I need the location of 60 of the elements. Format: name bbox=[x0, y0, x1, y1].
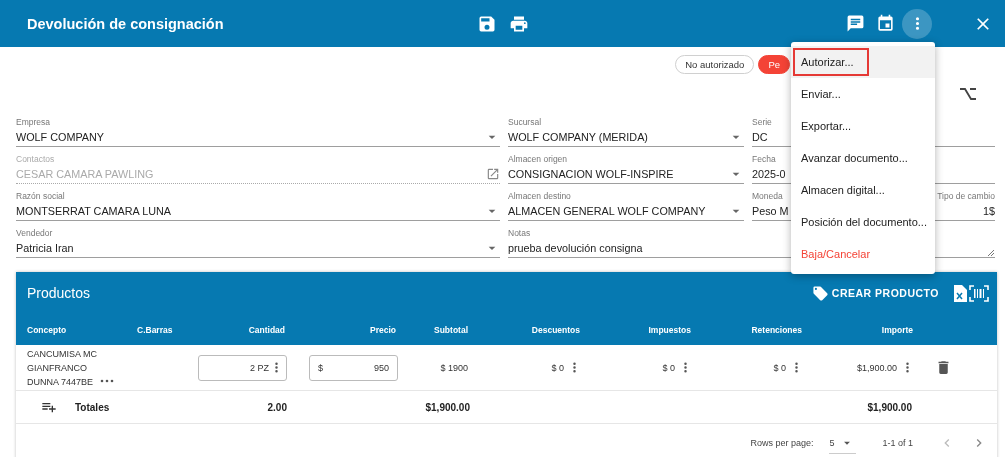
column-header: C.Barras bbox=[137, 324, 174, 335]
resize-grip-icon[interactable] bbox=[987, 249, 995, 257]
table-cell: $ 0 bbox=[773, 362, 786, 373]
field-label: Fecha bbox=[752, 154, 776, 165]
column-header: Cantidad bbox=[247, 324, 286, 335]
select-field[interactable]: WOLF COMPANY bbox=[16, 128, 500, 147]
menu-item[interactable]: Avanzar documento... bbox=[791, 142, 935, 174]
column-header: Descuentos bbox=[530, 324, 581, 335]
menu-item[interactable]: Autorizar... bbox=[791, 46, 935, 78]
tag-icon bbox=[811, 284, 829, 302]
more-icon[interactable] bbox=[100, 377, 114, 384]
column-header: Impuestos bbox=[647, 324, 692, 335]
field-label: Almacen origen bbox=[508, 154, 568, 165]
field-label: Sucursal bbox=[508, 117, 542, 128]
excel-file-icon[interactable] bbox=[953, 284, 967, 302]
price-field[interactable]: $ 950 bbox=[309, 354, 398, 381]
comment-icon[interactable] bbox=[846, 14, 865, 33]
column-header: Retenciones bbox=[750, 324, 803, 335]
status-chip: Pe bbox=[758, 55, 790, 74]
create-product-button[interactable]: CREAR PRODUCTO bbox=[811, 284, 939, 302]
table-cell: $ 0 bbox=[662, 362, 675, 373]
field-label: Moneda bbox=[752, 191, 783, 202]
column-header: Concepto bbox=[27, 324, 68, 335]
column-header: Importe bbox=[880, 324, 914, 335]
calendar-icon[interactable] bbox=[875, 14, 895, 33]
column-header: Precio bbox=[369, 324, 397, 335]
field-label: Serie bbox=[752, 117, 772, 128]
field-label: Contactos bbox=[16, 154, 55, 165]
field-label: Vendedor bbox=[16, 228, 53, 239]
menu-item[interactable]: Enviar... bbox=[791, 78, 935, 110]
table-cell-text: $1,900.00 bbox=[867, 401, 913, 413]
rows-per-page-label: Rows per page: bbox=[750, 438, 814, 448]
more-button[interactable] bbox=[902, 8, 932, 39]
rows-per-page-select[interactable]: 5 bbox=[829, 436, 857, 454]
select-field[interactable]: MONTSERRAT CAMARA LUNA bbox=[16, 202, 500, 221]
select-field[interactable]: Patricia Iran bbox=[16, 239, 500, 258]
quantity-field[interactable]: 2 PZ bbox=[198, 354, 287, 381]
menu-item[interactable]: Exportar... bbox=[791, 110, 935, 142]
table-cell: $1,900.00 bbox=[856, 362, 897, 373]
status-chip: No autorizado bbox=[675, 55, 755, 74]
table-cell: $1,900.00 bbox=[425, 401, 470, 413]
select-field[interactable]: CONSIGNACION WOLF-INSPIRE bbox=[508, 165, 744, 184]
window-title: Devolución de consignación bbox=[26, 15, 225, 32]
select-field[interactable]: ALMACEN GENERAL WOLF COMPANY bbox=[508, 202, 744, 221]
table-cell: 2.00 bbox=[267, 401, 287, 413]
field-label: Razón social bbox=[16, 191, 65, 202]
field-label: Tipo de cambio bbox=[937, 191, 995, 202]
barcode-scan-icon[interactable] bbox=[969, 284, 989, 302]
option-key-icon[interactable] bbox=[959, 87, 977, 101]
table-cell-text: $ 1900 bbox=[440, 362, 469, 373]
field-label: Almacen destino bbox=[508, 191, 571, 202]
field-label: Empresa bbox=[16, 117, 50, 128]
select-field[interactable]: WOLF COMPANY (MERIDA) bbox=[508, 128, 744, 147]
page-range: 1-1 of 1 bbox=[882, 438, 913, 448]
table-cell: $ 0 bbox=[551, 362, 564, 373]
column-header: Subtotal bbox=[433, 324, 469, 335]
table-cell-text: CANCUMISA MC GIANFRANCO DUNNA 7447BE bbox=[27, 347, 98, 389]
field-label: Notas bbox=[508, 228, 531, 239]
totals-label: Totales bbox=[75, 401, 110, 413]
panel-title: Productos bbox=[27, 285, 92, 301]
